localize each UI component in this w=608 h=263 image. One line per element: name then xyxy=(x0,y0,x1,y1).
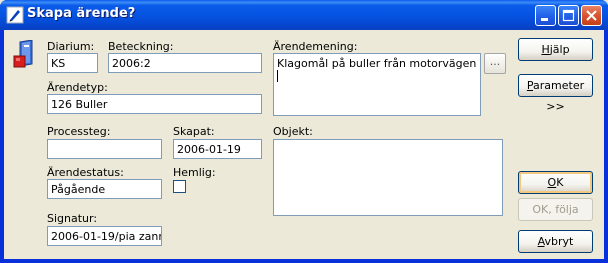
maximize-button[interactable] xyxy=(558,5,579,26)
title-bar[interactable]: Skapa ärende? xyxy=(0,0,608,30)
signatur-label: Signatur: xyxy=(47,212,98,225)
minimize-icon xyxy=(541,18,548,21)
diarium-label: Diarium: xyxy=(47,40,95,53)
signatur-field[interactable]: 2006-01-19/pia zannin xyxy=(47,226,162,246)
pen-icon xyxy=(6,6,24,24)
processteg-label: Processteg: xyxy=(47,125,111,138)
beteckning-label: Beteckning: xyxy=(108,40,174,53)
dialog-window: Skapa ärende? Diarium: KS Beteckning: 20… xyxy=(0,0,608,263)
processteg-field[interactable] xyxy=(47,139,162,159)
maximize-icon xyxy=(562,9,575,22)
arendetyp-field[interactable]: 126 Buller xyxy=(47,94,262,114)
help-button[interactable]: Hjälp xyxy=(518,38,593,61)
dialog-body: Diarium: KS Beteckning: 2006:2 Ärendemen… xyxy=(4,30,604,259)
skapat-field[interactable]: 2006-01-19 xyxy=(173,139,262,159)
help-button-label: jälp xyxy=(549,43,570,56)
case-icon xyxy=(12,39,40,72)
ok-button-label: K xyxy=(556,176,564,189)
window-title: Skapa ärende? xyxy=(27,6,136,21)
skapat-label: Skapat: xyxy=(173,125,215,138)
ok-folja-button[interactable]: OK, följa xyxy=(518,198,593,221)
objekt-field[interactable] xyxy=(273,139,503,216)
parameters-button-label: arameter >> xyxy=(533,79,585,113)
minimize-button[interactable] xyxy=(535,5,556,26)
close-button[interactable] xyxy=(581,5,602,26)
ok-button[interactable]: OK xyxy=(518,171,593,194)
arendemening-field[interactable]: Klagomål på buller från motorvägen xyxy=(273,53,481,116)
arendetyp-label: Ärendetyp: xyxy=(47,81,108,94)
arendemening-browse-button[interactable]: ... xyxy=(484,53,506,74)
cancel-button[interactable]: Avbryt xyxy=(518,230,593,253)
hemlig-checkbox[interactable] xyxy=(173,180,186,193)
parameters-button[interactable]: Parameter >> xyxy=(518,74,593,113)
arendemening-label: Ärendemening: xyxy=(273,40,358,53)
arendestatus-label: Ärendestatus: xyxy=(47,166,124,179)
diarium-field[interactable]: KS xyxy=(47,53,98,73)
ok-button-mnemonic: O xyxy=(547,176,557,189)
cancel-button-label: vbryt xyxy=(544,235,574,248)
arendemening-text: Klagomål på buller från motorvägen xyxy=(277,57,477,70)
objekt-label: Objekt: xyxy=(273,125,313,138)
hemlig-label: Hemlig: xyxy=(173,166,216,179)
cancel-button-mnemonic: A xyxy=(537,235,545,248)
arendestatus-field[interactable]: Pågående xyxy=(47,179,162,199)
beteckning-field[interactable]: 2006:2 xyxy=(108,53,262,73)
help-button-mnemonic: H xyxy=(541,43,550,56)
close-icon xyxy=(586,10,597,21)
